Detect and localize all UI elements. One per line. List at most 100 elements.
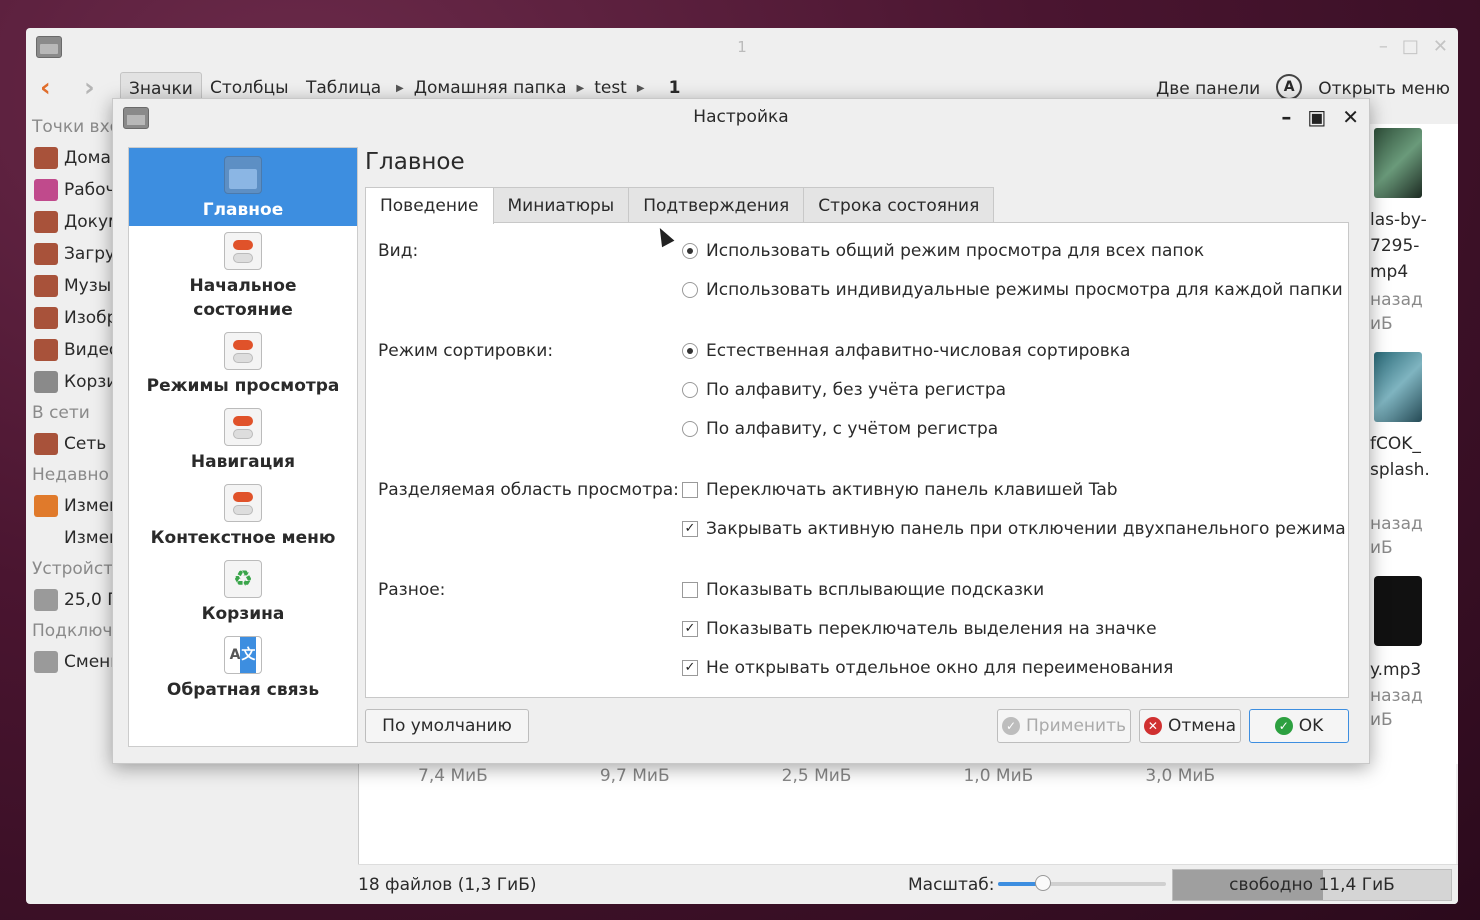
close-icon[interactable]: ✕ xyxy=(1342,105,1359,129)
audio-thumbnail[interactable] xyxy=(1374,576,1422,646)
file-meta: назад xyxy=(1370,290,1423,310)
radio-button[interactable] xyxy=(682,421,698,437)
free-space-text: свободно 11,4 ГиБ xyxy=(1229,875,1395,895)
place-folder-icon xyxy=(34,211,58,233)
sort-option-case-sensitive[interactable]: По алфавиту, с учётом регистра xyxy=(682,419,998,439)
tab-bar: Поведение Миниатюры Подтверждения Строка… xyxy=(365,187,995,224)
crumb-home[interactable]: Домашняя папка xyxy=(414,78,567,98)
checkbox-checked[interactable]: ✓ xyxy=(682,660,698,676)
places-item-label: Сеть xyxy=(64,434,107,454)
open-menu-button[interactable]: Открыть меню xyxy=(1318,79,1450,99)
apply-button[interactable]: ✓ Применить xyxy=(997,709,1131,743)
radio-button-checked[interactable] xyxy=(682,343,698,359)
places-section-heading: Недавно xyxy=(32,465,109,485)
split-option-close-active[interactable]: ✓ Закрывать активную панель при отключен… xyxy=(682,519,1346,539)
radio-button[interactable] xyxy=(682,282,698,298)
file-name[interactable]: 7295- xyxy=(1370,236,1419,256)
places-item[interactable]: Видео xyxy=(26,334,118,366)
place-folder-icon xyxy=(34,527,58,549)
places-item-label: Документы xyxy=(64,212,118,232)
place-folder-icon xyxy=(34,371,58,393)
tab-previews[interactable]: Миниатюры xyxy=(492,187,630,223)
file-size: 7,4 МиБ xyxy=(418,766,488,786)
maximize-icon[interactable]: □ xyxy=(1402,36,1419,57)
places-item[interactable]: Загрузки xyxy=(26,238,118,270)
places-item-label: Музыка xyxy=(64,276,118,296)
places-item[interactable]: Изображения xyxy=(26,302,118,334)
place-folder-icon xyxy=(34,243,58,265)
category-view-modes[interactable]: Режимы просмотра xyxy=(129,332,357,398)
free-space-indicator[interactable]: свободно 11,4 ГиБ xyxy=(1172,869,1452,901)
behavior-tab-panel: Вид: Использовать общий режим просмотра … xyxy=(365,222,1349,698)
tab-confirmations[interactable]: Подтверждения xyxy=(628,187,805,223)
places-panel: Точки входа Домашняя папка Рабочий стол Док… xyxy=(26,112,118,732)
split-option-tab-switch[interactable]: Переключать активную панель клавишей Tab xyxy=(682,480,1118,500)
video-thumbnail[interactable] xyxy=(1374,128,1422,198)
folder-icon xyxy=(224,156,262,194)
category-general[interactable]: Главное xyxy=(129,148,357,226)
places-section-heading: Устройства xyxy=(32,559,118,579)
option-label: Переключать активную панель клавишей Tab xyxy=(706,480,1118,500)
minimize-icon[interactable]: – xyxy=(1379,36,1388,57)
places-section-heading: Подключаемые xyxy=(32,621,118,641)
category-trash[interactable]: ♻ Корзина xyxy=(129,560,357,626)
zoom-label: Масштаб: xyxy=(908,875,995,895)
view-option-global[interactable]: Использовать общий режим просмотра для в… xyxy=(682,241,1204,261)
radio-button[interactable] xyxy=(682,382,698,398)
file-name[interactable]: las-by- xyxy=(1370,210,1427,230)
checkbox-checked[interactable]: ✓ xyxy=(682,521,698,537)
places-item[interactable]: Изменённые xyxy=(26,522,118,554)
category-startup[interactable]: Начальное состояние xyxy=(129,232,357,322)
forward-arrow-icon[interactable]: › xyxy=(84,74,95,102)
split-view-label: Разделяемая область просмотра: xyxy=(378,480,679,500)
zoom-slider-handle[interactable] xyxy=(1035,875,1052,891)
checkbox[interactable] xyxy=(682,582,698,598)
image-thumbnail[interactable] xyxy=(1374,352,1422,422)
category-context-menu[interactable]: Контекстное меню xyxy=(129,484,357,550)
zoom-slider[interactable] xyxy=(998,875,1166,891)
accessibility-icon[interactable]: A xyxy=(1276,74,1303,100)
tab-behavior[interactable]: Поведение xyxy=(365,187,494,224)
checkbox-checked[interactable]: ✓ xyxy=(682,621,698,637)
ok-button[interactable]: ✓ OK xyxy=(1249,709,1349,743)
toggle-settings-icon xyxy=(224,484,262,522)
category-feedback[interactable]: A文 Обратная связь xyxy=(129,636,357,702)
cancel-button[interactable]: ✕ Отмена xyxy=(1139,709,1241,743)
places-item[interactable]: Изменённые xyxy=(26,490,118,522)
close-icon[interactable]: ✕ xyxy=(1433,36,1448,57)
places-item[interactable]: Документы xyxy=(26,206,118,238)
window-title: 1 xyxy=(737,38,747,56)
maximize-icon[interactable]: ▣ xyxy=(1307,105,1326,129)
category-label: Навигация xyxy=(190,452,296,472)
crumb-test[interactable]: test xyxy=(594,78,627,98)
view-option-per-folder[interactable]: Использовать индивидуальные режимы просм… xyxy=(682,280,1343,300)
file-name[interactable]: mp4 xyxy=(1370,262,1408,282)
file-name[interactable]: splash. xyxy=(1370,460,1430,480)
radio-button-checked[interactable] xyxy=(682,243,698,259)
places-item[interactable]: Музыка xyxy=(26,270,118,302)
file-name[interactable]: fCOK_ xyxy=(1370,434,1421,454)
defaults-button[interactable]: По умолчанию xyxy=(365,709,529,743)
misc-option-inline-rename[interactable]: ✓ Не открывать отдельное окно для переим… xyxy=(682,658,1173,678)
misc-option-selection-toggle[interactable]: ✓ Показывать переключатель выделения на … xyxy=(682,619,1157,639)
places-item[interactable]: Корзина xyxy=(26,366,118,398)
places-item[interactable]: 25,0 ГиБ xyxy=(26,584,118,616)
places-item[interactable]: Сеть xyxy=(26,428,118,460)
crumb-current[interactable]: 1 xyxy=(669,78,681,98)
place-folder-icon xyxy=(34,275,58,297)
back-arrow-icon[interactable]: ‹ xyxy=(40,74,51,102)
places-item[interactable]: Сменный xyxy=(26,646,118,678)
tab-statusbar[interactable]: Строка состояния xyxy=(803,187,995,223)
place-folder-icon xyxy=(34,179,58,201)
misc-option-tooltips[interactable]: Показывать всплывающие подсказки xyxy=(682,580,1044,600)
category-navigation[interactable]: Навигация xyxy=(129,408,357,474)
places-item[interactable]: Рабочий стол xyxy=(26,174,118,206)
sort-option-case-insensitive[interactable]: По алфавиту, без учёта регистра xyxy=(682,380,1006,400)
file-view-right-edge: las-by- 7295- mp4 назад иБ fCOK_ splash.… xyxy=(1366,124,1458,764)
minimize-icon[interactable]: – xyxy=(1281,105,1291,129)
places-item[interactable]: Домашняя папка xyxy=(26,142,118,174)
checkbox[interactable] xyxy=(682,482,698,498)
two-panes-button[interactable]: Две панели xyxy=(1156,79,1260,99)
file-name[interactable]: y.mp3 xyxy=(1370,660,1421,680)
sort-option-natural[interactable]: Естественная алфавитно-числовая сортиров… xyxy=(682,341,1130,361)
